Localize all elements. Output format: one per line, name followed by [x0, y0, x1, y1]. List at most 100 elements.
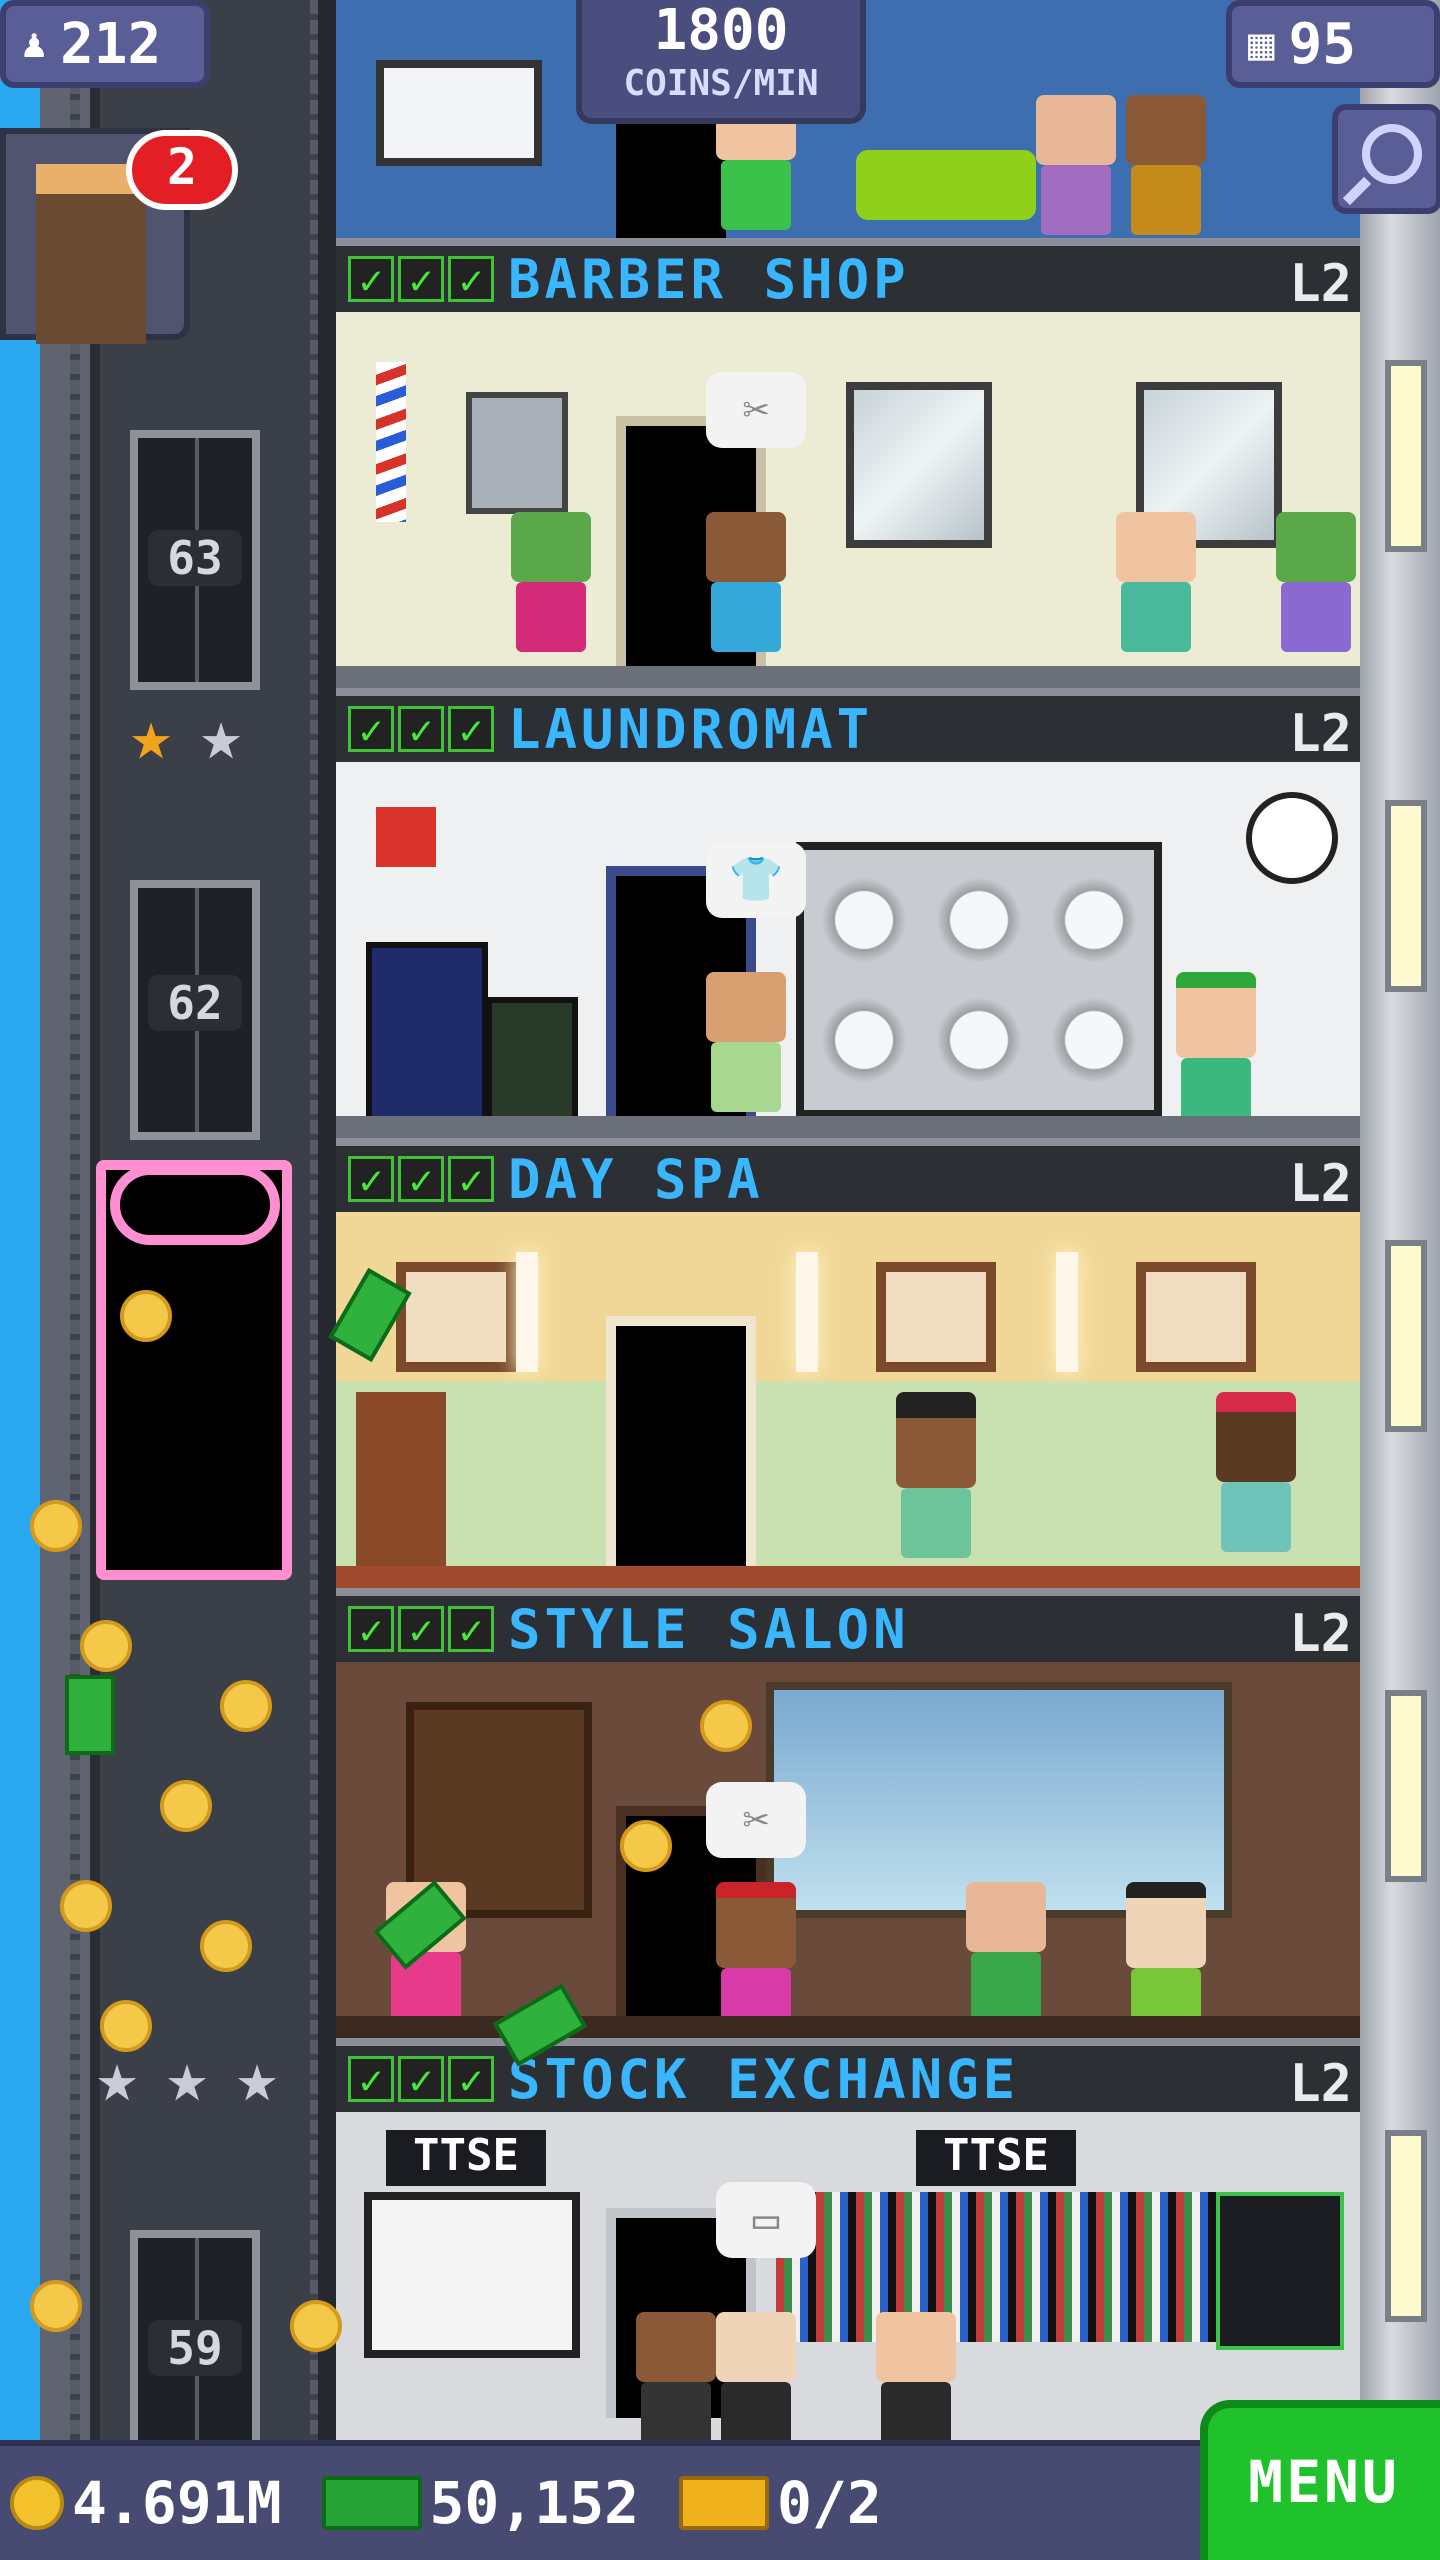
room-floor — [336, 1116, 1360, 1138]
coin-effect — [30, 2280, 82, 2332]
floor-checks: ✓ ✓ ✓ — [348, 1156, 494, 1203]
stock-board-icon — [776, 2192, 1216, 2342]
floor-level: L2 — [1289, 1154, 1352, 1214]
floor-laundromat[interactable]: ✓ ✓ ✓ LAUNDROMAT L2 👕 — [336, 688, 1360, 1138]
coins-value: 4.691M — [72, 2469, 282, 2537]
floor-day-spa[interactable]: ✓ ✓ ✓ DAY SPA L2 — [336, 1138, 1360, 1588]
lamp-icon — [796, 1252, 818, 1372]
check-icon: ✓ — [448, 706, 494, 753]
chests-stat[interactable]: 0/2 — [679, 2469, 882, 2537]
floor-header: ✓ ✓ ✓ STYLE SALON L2 — [336, 1588, 1360, 1664]
star-icon: ★ — [130, 694, 173, 776]
tower-resident[interactable] — [1036, 95, 1116, 238]
floor-level: L2 — [1289, 254, 1352, 314]
coin-effect — [200, 1920, 252, 1972]
tower-resident[interactable] — [636, 2312, 716, 2440]
floor-header: ✓ ✓ ✓ STOCK EXCHANGE L2 — [336, 2038, 1360, 2114]
ticker-sign: TTSE — [916, 2130, 1076, 2186]
monitor-icon — [376, 60, 542, 166]
scissors-bubble-icon[interactable]: ✂ — [706, 1782, 806, 1858]
tower-resident[interactable] — [1126, 95, 1206, 238]
room-interior — [336, 1212, 1360, 1588]
washer-icon — [814, 990, 914, 1090]
lamp-icon — [1056, 1252, 1078, 1372]
atm-icon — [486, 997, 578, 1129]
tower-window — [1385, 360, 1427, 552]
check-icon: ✓ — [448, 256, 494, 303]
star-icon: ★ — [166, 2036, 209, 2118]
coin-effect — [700, 1700, 752, 1752]
clock-icon — [1246, 792, 1338, 884]
coin-effect — [30, 1500, 82, 1552]
tower-resident[interactable] — [1276, 512, 1356, 662]
bux-icon — [321, 2476, 422, 2530]
room-door — [606, 1316, 756, 1566]
washer-icon — [929, 990, 1029, 1090]
check-icon: ✓ — [448, 1606, 494, 1653]
led-panel-icon — [1216, 2192, 1344, 2350]
wall-art-icon — [396, 1262, 516, 1372]
vending-machine-icon — [366, 942, 488, 1129]
elevator-floor-number: 62 — [148, 975, 242, 1031]
floor-style-salon[interactable]: ✓ ✓ ✓ STYLE SALON L2 ✂ — [336, 1588, 1360, 2038]
room-interior: 👕 — [336, 762, 1360, 1138]
room-interior: ✂ — [336, 312, 1360, 688]
washer-icon — [1044, 990, 1144, 1090]
tower-resident[interactable] — [511, 512, 591, 662]
washer-icon — [929, 870, 1029, 970]
floor-name: STYLE SALON — [508, 1597, 910, 1661]
coins-per-min-panel: 1800 COINS/MIN — [576, 0, 866, 124]
floor-checks: ✓ ✓ ✓ — [348, 256, 494, 303]
chests-value: 0/2 — [777, 2469, 882, 2537]
elevator-rail-left — [70, 0, 80, 2440]
bux-stat[interactable]: 50,152 — [321, 2469, 639, 2537]
document-bubble-icon[interactable]: ▭ — [716, 2182, 816, 2258]
check-icon: ✓ — [348, 2056, 394, 2103]
floor-checks: ✓ ✓ ✓ — [348, 1606, 494, 1653]
floor-level: L2 — [1289, 1604, 1352, 1664]
tower-window — [1385, 1240, 1427, 1432]
search-icon[interactable] — [1332, 104, 1440, 214]
no-sign-icon — [376, 807, 436, 867]
coin-effect — [160, 1780, 212, 1832]
tower-resident[interactable] — [706, 972, 786, 1122]
bill-effect — [65, 1675, 115, 1755]
coin-effect — [120, 1290, 172, 1342]
floor-checks: ✓ ✓ ✓ — [348, 2056, 494, 2103]
room-door — [616, 110, 726, 238]
coin-effect — [620, 1820, 672, 1872]
shirt-bubble-icon[interactable]: 👕 — [706, 842, 806, 918]
tower-resident[interactable] — [716, 1882, 796, 2038]
room-floor — [336, 1566, 1360, 1588]
notification-badge: 2 — [126, 130, 238, 210]
tower-resident[interactable] — [1176, 972, 1256, 1128]
coin-effect — [80, 1620, 132, 1672]
poster-icon — [466, 392, 568, 514]
floor-name: BARBER SHOP — [508, 247, 910, 311]
check-icon: ✓ — [398, 2056, 444, 2103]
tower-resident[interactable] — [706, 512, 786, 662]
tower-resident[interactable] — [876, 2312, 956, 2440]
coins-stat[interactable]: 4.691M — [10, 2469, 282, 2537]
check-icon: ✓ — [348, 1606, 394, 1653]
tower-resident[interactable] — [1116, 512, 1196, 662]
elevator-floor-number: 59 — [148, 2320, 242, 2376]
floor-header: ✓ ✓ ✓ DAY SPA L2 — [336, 1138, 1360, 1214]
floors-badge[interactable]: ▦ 95 — [1226, 0, 1440, 88]
check-icon: ✓ — [448, 2056, 494, 2103]
tower-resident[interactable] — [896, 1392, 976, 1558]
tower-resident[interactable] — [1216, 1392, 1296, 1552]
menu-button[interactable]: MENU — [1200, 2400, 1440, 2560]
room-interior: TTSE TTSE ▭ — [336, 2112, 1360, 2440]
tower-resident[interactable] — [1126, 1882, 1206, 2038]
floor-barber-shop[interactable]: ✓ ✓ ✓ BARBER SHOP L2 ✂ — [336, 238, 1360, 688]
population-badge[interactable]: ♟ 212 — [0, 0, 210, 88]
wall-art-icon — [876, 1262, 996, 1372]
scissors-bubble-icon[interactable]: ✂ — [706, 372, 806, 448]
washer-icon — [814, 870, 914, 970]
floor-stock-exchange[interactable]: ✓ ✓ ✓ STOCK EXCHANGE L2 TTSE TTSE ▭ — [336, 2038, 1360, 2440]
shelf-icon — [356, 1392, 446, 1567]
tower-resident[interactable] — [716, 2312, 796, 2440]
person-icon: ♟ — [22, 21, 47, 67]
tower-resident[interactable] — [966, 1882, 1046, 2032]
